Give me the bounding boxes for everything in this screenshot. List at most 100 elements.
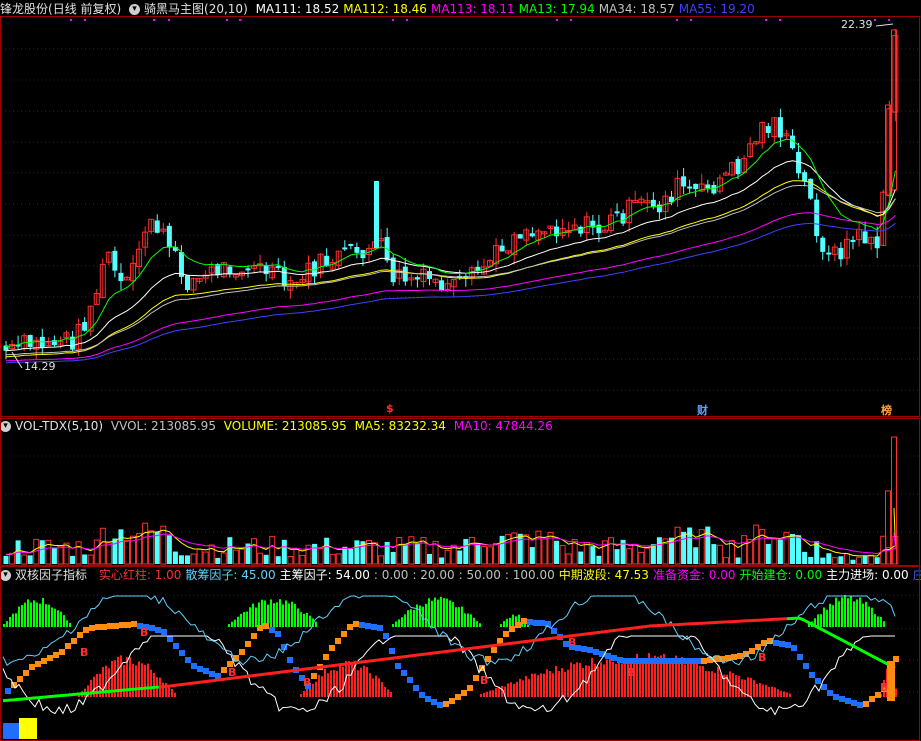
- step-block: [737, 653, 743, 659]
- volume-bar-up: [287, 555, 294, 565]
- event-marker-dollar[interactable]: $: [386, 402, 394, 415]
- red-factor-bar: [324, 668, 326, 697]
- signal-dot: [70, 19, 72, 21]
- volume-bar-up: [843, 553, 850, 565]
- step-block: [113, 623, 119, 629]
- volume-bar-up: [378, 555, 385, 565]
- green-factor-bar: [36, 602, 38, 627]
- candle-down: [281, 266, 287, 287]
- volume-bar-up: [644, 547, 651, 565]
- green-factor-bar: [503, 621, 505, 627]
- b-signal-marker: B: [303, 676, 311, 689]
- red-factor-bar: [576, 662, 578, 697]
- red-factor-bar: [645, 662, 647, 697]
- step-block: [203, 668, 209, 674]
- green-factor-bar: [856, 599, 858, 627]
- candle-down: [348, 243, 354, 246]
- red-factor-bar: [132, 663, 134, 697]
- red-factor-bar: [546, 669, 548, 697]
- volume-bar-down: [790, 534, 795, 564]
- volume-bar-down: [656, 537, 662, 564]
- red-factor-bar: [687, 660, 689, 697]
- step-block: [371, 624, 377, 630]
- red-factor-bar: [384, 686, 386, 697]
- factor-panel[interactable]: ▾ 双核因子指标 实心红柱: 1.00 散筹因子: 45.00 主筹因子: 54.00…: [0, 566, 921, 741]
- step-block: [647, 658, 653, 664]
- candle-down: [227, 266, 233, 275]
- factor-chart[interactable]: BBBB BBBBB: [0, 566, 921, 741]
- step-block: [821, 684, 827, 690]
- red-factor-bar: [543, 673, 545, 697]
- step-block: [773, 640, 779, 646]
- green-factor-bar: [455, 607, 457, 627]
- green-factor-bar: [315, 621, 317, 627]
- candle-down: [112, 250, 118, 271]
- signal-dot: [690, 19, 692, 21]
- red-factor-bar: [702, 666, 704, 697]
- step-block: [17, 676, 23, 682]
- step-block: [827, 690, 833, 696]
- candle-down: [402, 266, 408, 282]
- green-factor-bar: [63, 615, 65, 627]
- candlestick-chart[interactable]: [0, 0, 921, 418]
- red-factor-bar: [327, 673, 329, 697]
- step-block: [311, 673, 317, 679]
- red-factor-bar: [762, 684, 764, 697]
- candle-down: [354, 246, 360, 253]
- candle-down: [614, 211, 620, 214]
- red-factor-bar: [171, 688, 173, 697]
- green-factor-bar: [832, 605, 834, 627]
- step-block: [215, 673, 221, 679]
- candle-down: [814, 199, 820, 237]
- step-block: [533, 620, 539, 626]
- red-factor-bar: [642, 658, 644, 697]
- candle-down: [620, 213, 626, 224]
- red-factor-bar: [606, 659, 608, 697]
- red-factor-bar: [690, 663, 692, 697]
- green-factor-bar: [500, 624, 502, 627]
- green-factor-bar: [470, 614, 472, 627]
- volume-bar-up: [329, 553, 336, 565]
- volume-bar-up: [269, 536, 276, 565]
- green-factor-bar: [279, 599, 281, 627]
- green-factor-bar: [300, 612, 302, 627]
- red-factor-bar: [381, 682, 383, 697]
- event-marker-finance[interactable]: 财: [697, 402, 708, 418]
- step-block: [383, 633, 389, 639]
- step-block: [197, 666, 203, 672]
- red-factor-bar: [699, 665, 701, 697]
- red-factor-bar: [672, 664, 674, 697]
- candle-down: [374, 181, 379, 248]
- green-factor-bar: [464, 613, 466, 627]
- green-factor-bar: [234, 619, 236, 627]
- volume-panel[interactable]: ▾ VOL-TDX(5,10) VVOL: 213085.95 VOLUME: 2…: [0, 418, 921, 566]
- green-factor-bar: [401, 617, 403, 627]
- volume-bar-down: [390, 551, 396, 564]
- volume-bar-up: [136, 533, 143, 565]
- step-block: [665, 658, 671, 664]
- step-block: [797, 654, 803, 660]
- red-factor-bar: [765, 684, 767, 697]
- candle-down: [693, 183, 699, 190]
- step-block: [179, 650, 185, 656]
- green-factor-bar: [237, 616, 239, 627]
- candle-down: [711, 185, 717, 194]
- step-block: [89, 625, 95, 631]
- step-block: [341, 631, 347, 637]
- step-block: [257, 625, 263, 631]
- step-block: [623, 658, 629, 664]
- step-block: [107, 623, 113, 629]
- red-factor-bar: [708, 671, 710, 697]
- red-factor-bar: [777, 689, 779, 697]
- green-factor-bar: [476, 621, 478, 627]
- volume-chart[interactable]: [0, 418, 921, 566]
- event-marker-rank[interactable]: 榜: [881, 402, 892, 418]
- main-chart-panel[interactable]: 锋龙股份(日线 前复权) ▾ 骑黑马主图(20,10) MA111: 18.52 M…: [0, 0, 921, 418]
- green-factor-bar: [252, 603, 254, 627]
- step-block: [863, 701, 869, 707]
- red-factor-bar: [144, 664, 146, 697]
- red-factor-bar: [624, 662, 626, 697]
- volume-bar-up: [753, 524, 760, 565]
- candle-down: [439, 280, 445, 291]
- red-factor-bar: [537, 675, 539, 697]
